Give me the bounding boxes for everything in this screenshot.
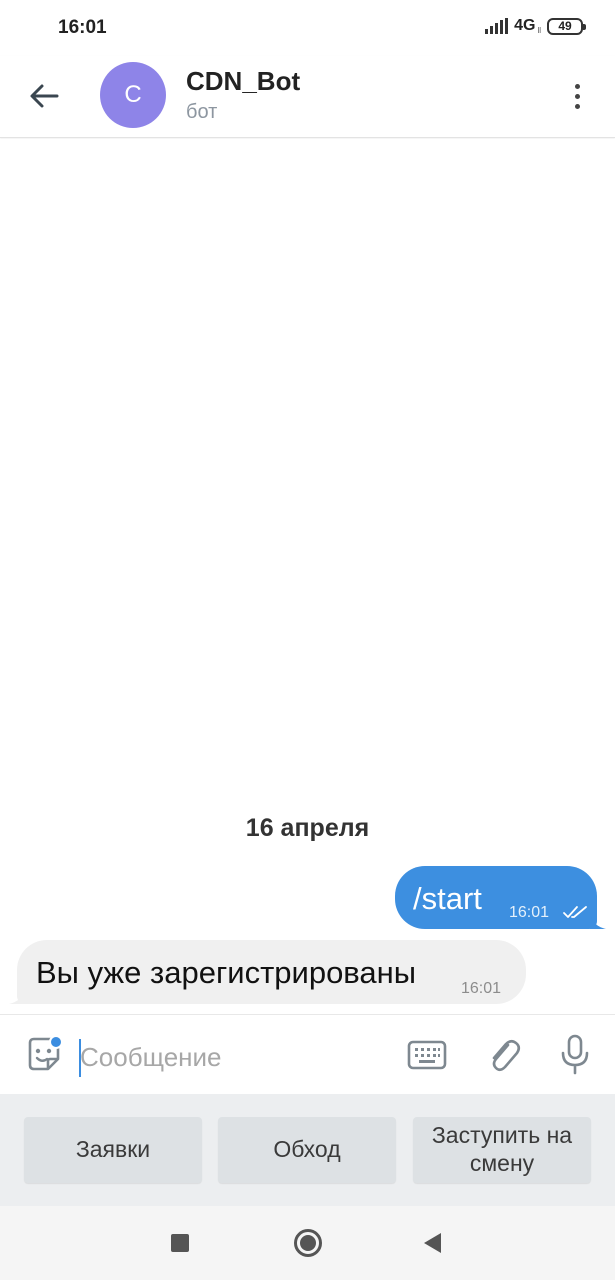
chat-title[interactable]: CDN_Bot <box>186 66 300 97</box>
chat-area[interactable]: 16 апреля /start 16:01 Вы уже зарегистри… <box>0 139 615 1014</box>
more-vert-icon <box>574 83 580 89</box>
microphone-icon[interactable] <box>558 1033 592 1077</box>
bot-button-requests[interactable]: Заявки <box>24 1117 202 1183</box>
arrow-left-icon <box>30 84 59 108</box>
incoming-message[interactable]: Вы уже зарегистрированы 16:01 <box>9 940 526 1004</box>
avatar[interactable]: C <box>100 62 166 128</box>
chat-header: C CDN_Bot бот <box>0 56 615 138</box>
more-options-button[interactable] <box>563 78 591 114</box>
date-separator: 16 апреля <box>245 814 370 842</box>
battery-icon: 49 <box>547 17 586 35</box>
message-text: /start <box>413 881 482 916</box>
bot-reply-keyboard: Заявки Обход Заступить на смену <box>0 1094 615 1206</box>
double-check-icon <box>563 906 587 918</box>
bubble-tail <box>9 988 25 1004</box>
bubble-tail <box>590 913 606 929</box>
chat-subtitle: бот <box>186 101 218 123</box>
bot-button-round[interactable]: Обход <box>218 1117 396 1183</box>
network-sub: ll <box>537 25 541 35</box>
home-circle-icon[interactable] <box>294 1229 322 1257</box>
outgoing-message[interactable]: /start 16:01 <box>395 866 606 929</box>
network-type: 4G <box>514 17 536 34</box>
status-time: 16:01 <box>58 17 107 38</box>
back-triangle-icon[interactable] <box>424 1233 441 1253</box>
message-input[interactable] <box>80 1035 380 1079</box>
bot-button-start-shift[interactable]: Заступить на смену <box>413 1117 591 1183</box>
message-time: 16:01 <box>461 980 502 997</box>
message-text: Вы уже зарегистрированы <box>36 955 417 990</box>
system-nav-bar <box>0 1206 615 1280</box>
signal-icon <box>485 18 509 34</box>
status-bar: 16:01 4G ll 49 <box>0 0 615 56</box>
back-button[interactable] <box>24 78 64 114</box>
notification-dot <box>49 1035 63 1049</box>
paperclip-icon[interactable] <box>486 1035 522 1075</box>
message-time: 16:01 <box>509 904 550 921</box>
message-input-bar <box>0 1014 615 1094</box>
recents-square-icon[interactable] <box>171 1234 189 1252</box>
keyboard-icon[interactable] <box>407 1039 447 1071</box>
status-indicators: 4G ll 49 <box>485 17 586 35</box>
